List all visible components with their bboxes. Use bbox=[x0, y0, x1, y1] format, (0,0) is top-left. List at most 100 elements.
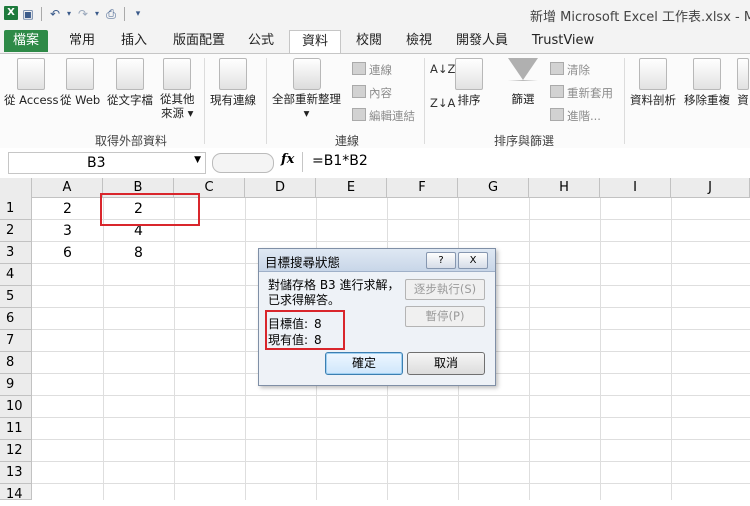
ok-button[interactable]: 確定 bbox=[325, 352, 403, 375]
from-web-button[interactable]: 從 Web bbox=[60, 58, 100, 108]
tab-developer[interactable]: 開發人員 bbox=[448, 30, 516, 52]
formula-bar-resize-handle[interactable] bbox=[212, 153, 274, 173]
tab-review[interactable]: 校閱 bbox=[346, 30, 392, 52]
excel-app-icon[interactable]: X bbox=[4, 6, 18, 20]
save-icon[interactable]: ▣ bbox=[20, 6, 36, 22]
column-header-a[interactable]: A bbox=[32, 178, 103, 198]
remove-duplicates-icon bbox=[693, 58, 721, 90]
reapply-button[interactable]: 重新套用 bbox=[550, 85, 613, 101]
highlight-box-values bbox=[265, 310, 345, 350]
row-header-10[interactable]: 10 bbox=[0, 396, 32, 418]
row-header-11[interactable]: 11 bbox=[0, 418, 32, 440]
row-header-9[interactable]: 9 bbox=[0, 374, 32, 396]
grid-line bbox=[174, 198, 175, 500]
row-header-6[interactable]: 6 bbox=[0, 308, 32, 330]
cell-a1[interactable]: 2 bbox=[32, 198, 103, 220]
grid-line bbox=[32, 483, 750, 484]
highlight-box-b1 bbox=[100, 193, 200, 226]
dialog-title: 目標搜尋狀態 bbox=[265, 255, 341, 270]
column-header-i[interactable]: I bbox=[600, 178, 671, 198]
sort-descending-button[interactable]: Z↓A bbox=[430, 96, 455, 110]
data-validation-icon bbox=[737, 58, 749, 90]
qat-separator bbox=[41, 7, 42, 21]
connections-icon bbox=[352, 62, 366, 75]
refresh-all-button[interactable]: 全部重新整理 ▾ bbox=[272, 58, 341, 120]
row-header-2[interactable]: 2 bbox=[0, 220, 32, 242]
sort-button[interactable]: 排序 bbox=[455, 58, 483, 108]
name-box[interactable]: B3 ▼ bbox=[8, 152, 206, 174]
data-validation-button-partial[interactable]: 資 bbox=[737, 58, 749, 108]
chevron-down-icon[interactable]: ▼ bbox=[194, 155, 201, 165]
grid-line bbox=[32, 461, 750, 462]
properties-button[interactable]: 內容 bbox=[352, 85, 392, 101]
tab-formulas[interactable]: 公式 bbox=[240, 30, 282, 52]
quick-access-toolbar: ▣ ↶ ▾ ↷ ▾ ⎙ ▾ bbox=[20, 4, 146, 24]
from-text-button[interactable]: 從文字檔 bbox=[107, 58, 153, 108]
row-header-12[interactable]: 12 bbox=[0, 440, 32, 462]
cell-b3[interactable]: 8 bbox=[103, 242, 174, 264]
tab-insert[interactable]: 插入 bbox=[112, 30, 156, 52]
undo-dropdown-icon[interactable]: ▾ bbox=[65, 6, 73, 22]
tab-trustview[interactable]: TrustView bbox=[526, 30, 600, 52]
formula-bar: B3 ▼ fx =B1*B2 bbox=[0, 148, 750, 179]
redo-dropdown-icon[interactable]: ▾ bbox=[93, 6, 101, 22]
insert-function-icon[interactable]: fx bbox=[281, 152, 294, 167]
row-header-13[interactable]: 13 bbox=[0, 462, 32, 484]
tab-home[interactable]: 常用 bbox=[54, 30, 110, 52]
edit-links-button[interactable]: 編輯連結 bbox=[352, 108, 415, 124]
print-preview-icon[interactable]: ⎙ bbox=[103, 6, 119, 22]
window-title: 新增 Microsoft Excel 工作表.xlsx - Mic bbox=[530, 10, 750, 25]
advanced-filter-button[interactable]: 進階... bbox=[550, 108, 601, 124]
redo-icon[interactable]: ↷ bbox=[75, 6, 91, 22]
grid-line bbox=[529, 198, 530, 500]
help-icon[interactable]: ? bbox=[426, 252, 456, 269]
step-button[interactable]: 逐步執行(S) bbox=[405, 279, 485, 300]
column-header-g[interactable]: G bbox=[458, 178, 529, 198]
row-header-1[interactable]: 1 bbox=[0, 198, 32, 220]
customize-qat-icon[interactable]: ▾ bbox=[130, 6, 146, 22]
column-header-j[interactable]: J bbox=[671, 178, 750, 198]
qat-separator bbox=[124, 7, 125, 21]
reapply-icon bbox=[550, 85, 564, 98]
clear-filter-button[interactable]: 清除 bbox=[550, 62, 590, 78]
cancel-button[interactable]: 取消 bbox=[407, 352, 485, 375]
existing-connections-icon bbox=[219, 58, 247, 90]
tab-page-layout[interactable]: 版面配置 bbox=[165, 30, 233, 52]
formula-input[interactable]: =B1*B2 bbox=[312, 153, 368, 169]
access-db-icon bbox=[17, 58, 46, 90]
pause-button[interactable]: 暫停(P) bbox=[405, 306, 485, 327]
row-header-4[interactable]: 4 bbox=[0, 264, 32, 286]
existing-connections-button[interactable]: 現有連線 bbox=[210, 58, 256, 108]
row-header-5[interactable]: 5 bbox=[0, 286, 32, 308]
tab-file[interactable]: 檔案 bbox=[4, 30, 48, 52]
row-header-3[interactable]: 3 bbox=[0, 242, 32, 264]
row-header-7[interactable]: 7 bbox=[0, 330, 32, 352]
cell-a2[interactable]: 3 bbox=[32, 220, 103, 242]
column-header-h[interactable]: H bbox=[529, 178, 600, 198]
tab-view[interactable]: 檢視 bbox=[398, 30, 440, 52]
close-icon[interactable]: X bbox=[458, 252, 488, 269]
remove-duplicates-button[interactable]: 移除重複 bbox=[684, 58, 730, 108]
grid-line bbox=[600, 198, 601, 500]
ribbon-tabs: 檔案 常用 插入 版面配置 公式 資料 校閱 檢視 開發人員 TrustView bbox=[0, 28, 750, 54]
group-label-get-external-data: 取得外部資料 bbox=[95, 134, 168, 148]
connections-button[interactable]: 連線 bbox=[352, 62, 392, 78]
column-header-d[interactable]: D bbox=[245, 178, 316, 198]
ribbon: 從 Access 從 Web 從文字檔 從其他 來源 ▾ 現有連線 取得外部資料… bbox=[0, 53, 750, 150]
text-to-columns-button[interactable]: 資料剖析 bbox=[630, 58, 676, 108]
select-all-corner[interactable] bbox=[0, 178, 32, 199]
from-access-button[interactable]: 從 Access bbox=[4, 58, 59, 108]
from-other-sources-button[interactable]: 從其他 來源 ▾ bbox=[160, 58, 195, 120]
dialog-title-bar[interactable]: 目標搜尋狀態 ? X bbox=[259, 249, 495, 272]
row-header-14[interactable]: 14 bbox=[0, 484, 32, 502]
undo-icon[interactable]: ↶ bbox=[47, 6, 63, 22]
column-header-f[interactable]: F bbox=[387, 178, 458, 198]
grid-line bbox=[32, 439, 750, 440]
goal-seek-status-dialog: 目標搜尋狀態 ? X 對儲存格 B3 進行求解， 已求得解答。 目標值: 8 現有… bbox=[258, 248, 496, 386]
cell-a3[interactable]: 6 bbox=[32, 242, 103, 264]
tab-data[interactable]: 資料 bbox=[289, 30, 341, 54]
filter-button[interactable]: 篩選 bbox=[508, 58, 538, 107]
sort-ascending-button[interactable]: A↓Z bbox=[430, 62, 455, 76]
column-header-e[interactable]: E bbox=[316, 178, 387, 198]
row-header-8[interactable]: 8 bbox=[0, 352, 32, 374]
